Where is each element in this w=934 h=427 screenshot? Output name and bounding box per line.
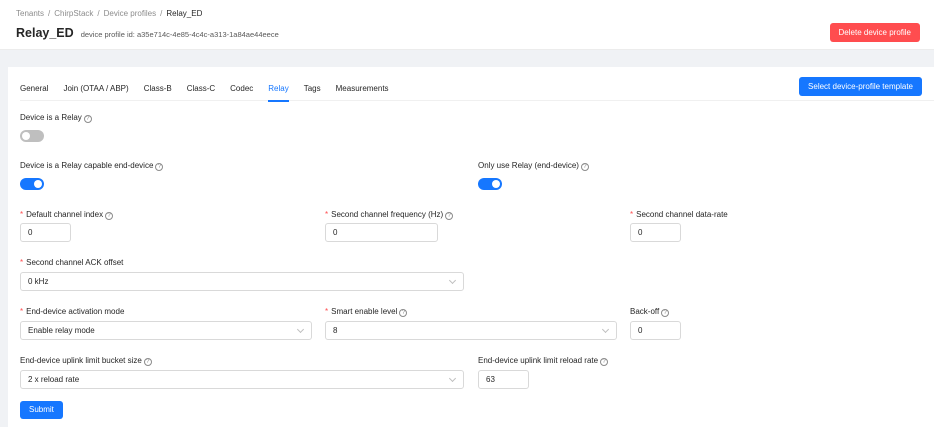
breadcrumb-current: Relay_ED [166,9,203,18]
ack-offset-select[interactable]: 0 kHz [20,272,464,291]
backoff-label: Back-off? [630,307,670,317]
only-relay-switch[interactable] [478,178,502,190]
help-icon[interactable]: ? [580,163,589,171]
tab-relay[interactable]: Relay [268,75,290,102]
relay-capable-label: Device is a Relay capable end-device? [20,161,164,171]
default-channel-index-label: * Default channel index? [20,210,114,220]
breadcrumb: Tenants / ChirpStack / Device profiles / Relay… [16,9,203,18]
page-header: Tenants / ChirpStack / Device profiles / Relay… [0,0,934,50]
tab-bar: General Join (OTAA / ABP) Class-B Class-… [20,75,934,102]
is-relay-label: Device is a Relay? [20,113,92,123]
default-channel-index-input[interactable]: 0 [20,223,71,242]
help-icon[interactable]: ? [155,163,164,171]
help-icon[interactable]: ? [105,212,114,220]
smart-enable-label: * Smart enable level? [325,307,408,317]
tab-class-b[interactable]: Class-B [144,75,172,101]
tab-join[interactable]: Join (OTAA / ABP) [63,75,128,101]
breadcrumb-device-profiles[interactable]: Device profiles [104,9,156,18]
reload-rate-input[interactable]: 63 [478,370,529,389]
help-icon[interactable]: ? [600,358,609,366]
chevron-down-icon [296,325,305,334]
activation-mode-label: * End-device activation mode [20,307,125,316]
breadcrumb-tenants[interactable]: Tenants [16,9,44,18]
title-row: Relay_ED device profile id: a35e714c-4e8… [16,26,279,40]
page-title: Relay_ED [16,26,74,40]
help-icon[interactable]: ? [399,309,408,317]
activation-mode-select[interactable]: Enable relay mode [20,321,312,340]
reload-rate-label: End-device uplink limit reload rate? [478,356,609,366]
second-channel-frequency-input[interactable]: 0 [325,223,438,242]
second-channel-dr-label: * Second channel data-rate [630,210,728,219]
relay-capable-switch[interactable] [20,178,44,190]
submit-button[interactable]: Submit [20,401,63,419]
tab-codec[interactable]: Codec [230,75,253,101]
help-icon[interactable]: ? [445,212,454,220]
chevron-down-icon [448,276,457,285]
second-channel-dr-input[interactable]: 0 [630,223,681,242]
tab-class-c[interactable]: Class-C [187,75,215,101]
breadcrumb-chirpstack[interactable]: ChirpStack [54,9,93,18]
bucket-size-label: End-device uplink limit bucket size? [20,356,152,366]
page-subtitle: device profile id: a35e714c-4e85-4c4c-a3… [80,30,279,39]
backoff-input[interactable]: 0 [630,321,681,340]
chevron-down-icon [601,325,610,334]
delete-device-profile-button[interactable]: Delete device profile [829,23,920,42]
form-card: General Join (OTAA / ABP) Class-B Class-… [8,67,934,427]
is-relay-switch[interactable] [20,130,44,142]
help-icon[interactable]: ? [143,358,152,366]
ack-offset-label: * Second channel ACK offset [20,258,124,267]
only-relay-label: Only use Relay (end-device)? [478,161,589,171]
bucket-size-select[interactable]: 2 x reload rate [20,370,464,389]
tab-tags[interactable]: Tags [304,75,321,101]
help-icon[interactable]: ? [83,115,92,123]
select-template-button[interactable]: Select device-profile template [799,77,922,96]
chevron-down-icon [448,374,457,383]
help-icon[interactable]: ? [661,309,670,317]
smart-enable-select[interactable]: 8 [325,321,617,340]
tab-general[interactable]: General [20,75,48,101]
tab-measurements[interactable]: Measurements [336,75,389,101]
second-channel-frequency-label: * Second channel frequency (Hz)? [325,210,454,220]
